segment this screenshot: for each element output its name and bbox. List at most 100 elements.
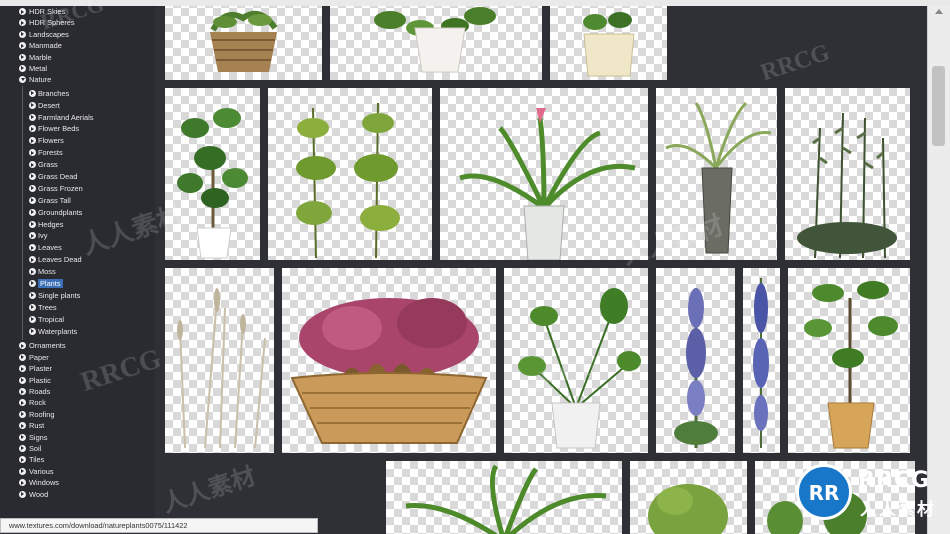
subcategory-item[interactable]: Flowers	[23, 135, 155, 147]
category-item[interactable]: Signs	[0, 432, 155, 443]
expand-right-icon	[19, 444, 26, 452]
thumbnail-15[interactable]	[630, 461, 747, 534]
expand-right-icon	[29, 184, 36, 192]
subcategory-item[interactable]: Farmland Aerials	[23, 112, 155, 124]
expand-right-icon	[29, 232, 36, 240]
vertical-scrollbar[interactable]	[927, 6, 950, 534]
category-item[interactable]: Manmade	[0, 40, 155, 51]
narrow-flower-spike-image	[753, 278, 769, 448]
subcategory-item[interactable]: Grass Dead	[23, 171, 155, 183]
category-label: HDR Spheres	[29, 18, 75, 28]
bromeliad-image	[459, 108, 636, 260]
subcategory-item[interactable]: Grass Frozen	[23, 183, 155, 195]
subcategory-item[interactable]: Leaves	[23, 242, 155, 254]
thumbnail-13[interactable]	[788, 268, 910, 453]
expand-right-icon	[19, 365, 26, 373]
category-item[interactable]: Rock	[0, 397, 155, 408]
category-item[interactable]: Soil	[0, 443, 155, 454]
category-label: Metal	[29, 63, 48, 73]
expand-right-icon	[19, 19, 26, 27]
thumbnail-9[interactable]	[282, 268, 496, 453]
subcategory-item[interactable]: Desert	[23, 100, 155, 112]
subcategory-item[interactable]: Hedges	[23, 219, 155, 231]
thumbnail-8[interactable]	[165, 268, 274, 453]
category-item[interactable]: Roofing	[0, 409, 155, 420]
subcategory-item[interactable]: Grass	[23, 159, 155, 171]
thumbnail-10[interactable]	[504, 268, 648, 453]
category-item[interactable]: Nature	[0, 74, 155, 85]
category-item[interactable]: HDR Skies	[0, 6, 155, 17]
thumbnail-11[interactable]	[656, 268, 735, 453]
subcategory-item[interactable]: Single plants	[23, 290, 155, 302]
subcategory-item[interactable]: Flower Beds	[23, 123, 155, 135]
scroll-up-arrow-icon[interactable]	[935, 9, 943, 14]
expand-right-icon	[29, 303, 36, 311]
expand-right-icon	[29, 113, 36, 121]
heather-basket-image	[290, 298, 488, 444]
subcategory-item[interactable]: Forests	[23, 147, 155, 159]
subcategory-label: Groundplants	[38, 207, 83, 217]
subcategory-item[interactable]: Grass Tall	[23, 195, 155, 207]
thumbnail-14[interactable]	[386, 461, 622, 534]
category-item[interactable]: Rust	[0, 420, 155, 431]
category-item[interactable]: Plastic	[0, 375, 155, 386]
expand-right-icon	[29, 125, 36, 133]
subcategory-label: Hedges	[38, 219, 64, 229]
thumbnail-4[interactable]	[268, 88, 432, 260]
category-label: HDR Skies	[29, 7, 66, 16]
thumbnail-6[interactable]	[656, 88, 777, 260]
subcategory-item[interactable]: Ivy	[23, 230, 155, 242]
category-item[interactable]: Paper	[0, 352, 155, 363]
subcategory-item-active[interactable]: Plants	[23, 278, 155, 290]
thumbnail-12[interactable]	[743, 268, 780, 453]
category-label: Rust	[29, 421, 45, 431]
category-label: Nature	[29, 75, 52, 85]
category-item[interactable]: Metal	[0, 63, 155, 74]
thumbnail-0[interactable]	[165, 6, 322, 80]
thumbnail-grid	[155, 6, 927, 534]
subcategory-item[interactable]: Branches	[23, 88, 155, 100]
expand-right-icon	[19, 64, 26, 72]
thumbnail-1[interactable]	[330, 6, 542, 80]
subcategory-item[interactable]: Tropical	[23, 314, 155, 326]
category-item[interactable]: Landscapes	[0, 29, 155, 40]
subcategory-label: Flowers	[38, 136, 64, 146]
category-item[interactable]: Ornaments	[0, 340, 155, 351]
ficus-image	[177, 108, 248, 259]
subcategory-label: Single plants	[38, 290, 81, 300]
category-label: Plaster	[29, 364, 53, 374]
status-url-bar: www.textures.com/download/natureplants00…	[0, 518, 318, 533]
logo-subtext: 人人素材	[860, 500, 936, 520]
scrollbar-thumb[interactable]	[932, 66, 945, 146]
category-label: Roofing	[29, 409, 55, 419]
expand-right-icon	[19, 490, 26, 498]
subcategory-item[interactable]: Waterplants	[23, 326, 155, 338]
subcategory-item[interactable]: Groundplants	[23, 207, 155, 219]
category-item[interactable]: Plaster	[0, 363, 155, 374]
category-item[interactable]: Roads	[0, 386, 155, 397]
category-item[interactable]: Various	[0, 466, 155, 477]
thumbnail-5[interactable]	[440, 88, 648, 260]
thumbnail-2[interactable]	[550, 6, 667, 80]
expand-right-icon	[29, 315, 36, 323]
category-label: Wood	[29, 489, 49, 499]
category-item[interactable]: Windows	[0, 477, 155, 488]
expand-right-icon	[19, 467, 26, 475]
category-item[interactable]: Wood	[0, 489, 155, 500]
expand-right-icon	[29, 101, 36, 109]
expand-right-icon	[29, 256, 36, 264]
category-item[interactable]: HDR Spheres	[0, 17, 155, 28]
subcategory-item[interactable]: Leaves Dead	[23, 254, 155, 266]
subcategory-item[interactable]: Moss	[23, 266, 155, 278]
expand-right-icon	[29, 208, 36, 216]
subcategory-item[interactable]: Trees	[23, 302, 155, 314]
expand-right-icon	[29, 149, 36, 157]
expand-right-icon	[29, 196, 36, 204]
category-label: Rock	[29, 398, 46, 408]
category-label: Marble	[29, 52, 52, 62]
blue-flower-spike-image	[674, 288, 718, 448]
thumbnail-7[interactable]	[785, 88, 910, 260]
category-item[interactable]: Tiles	[0, 454, 155, 465]
thumbnail-3[interactable]	[165, 88, 260, 260]
category-item[interactable]: Marble	[0, 52, 155, 63]
